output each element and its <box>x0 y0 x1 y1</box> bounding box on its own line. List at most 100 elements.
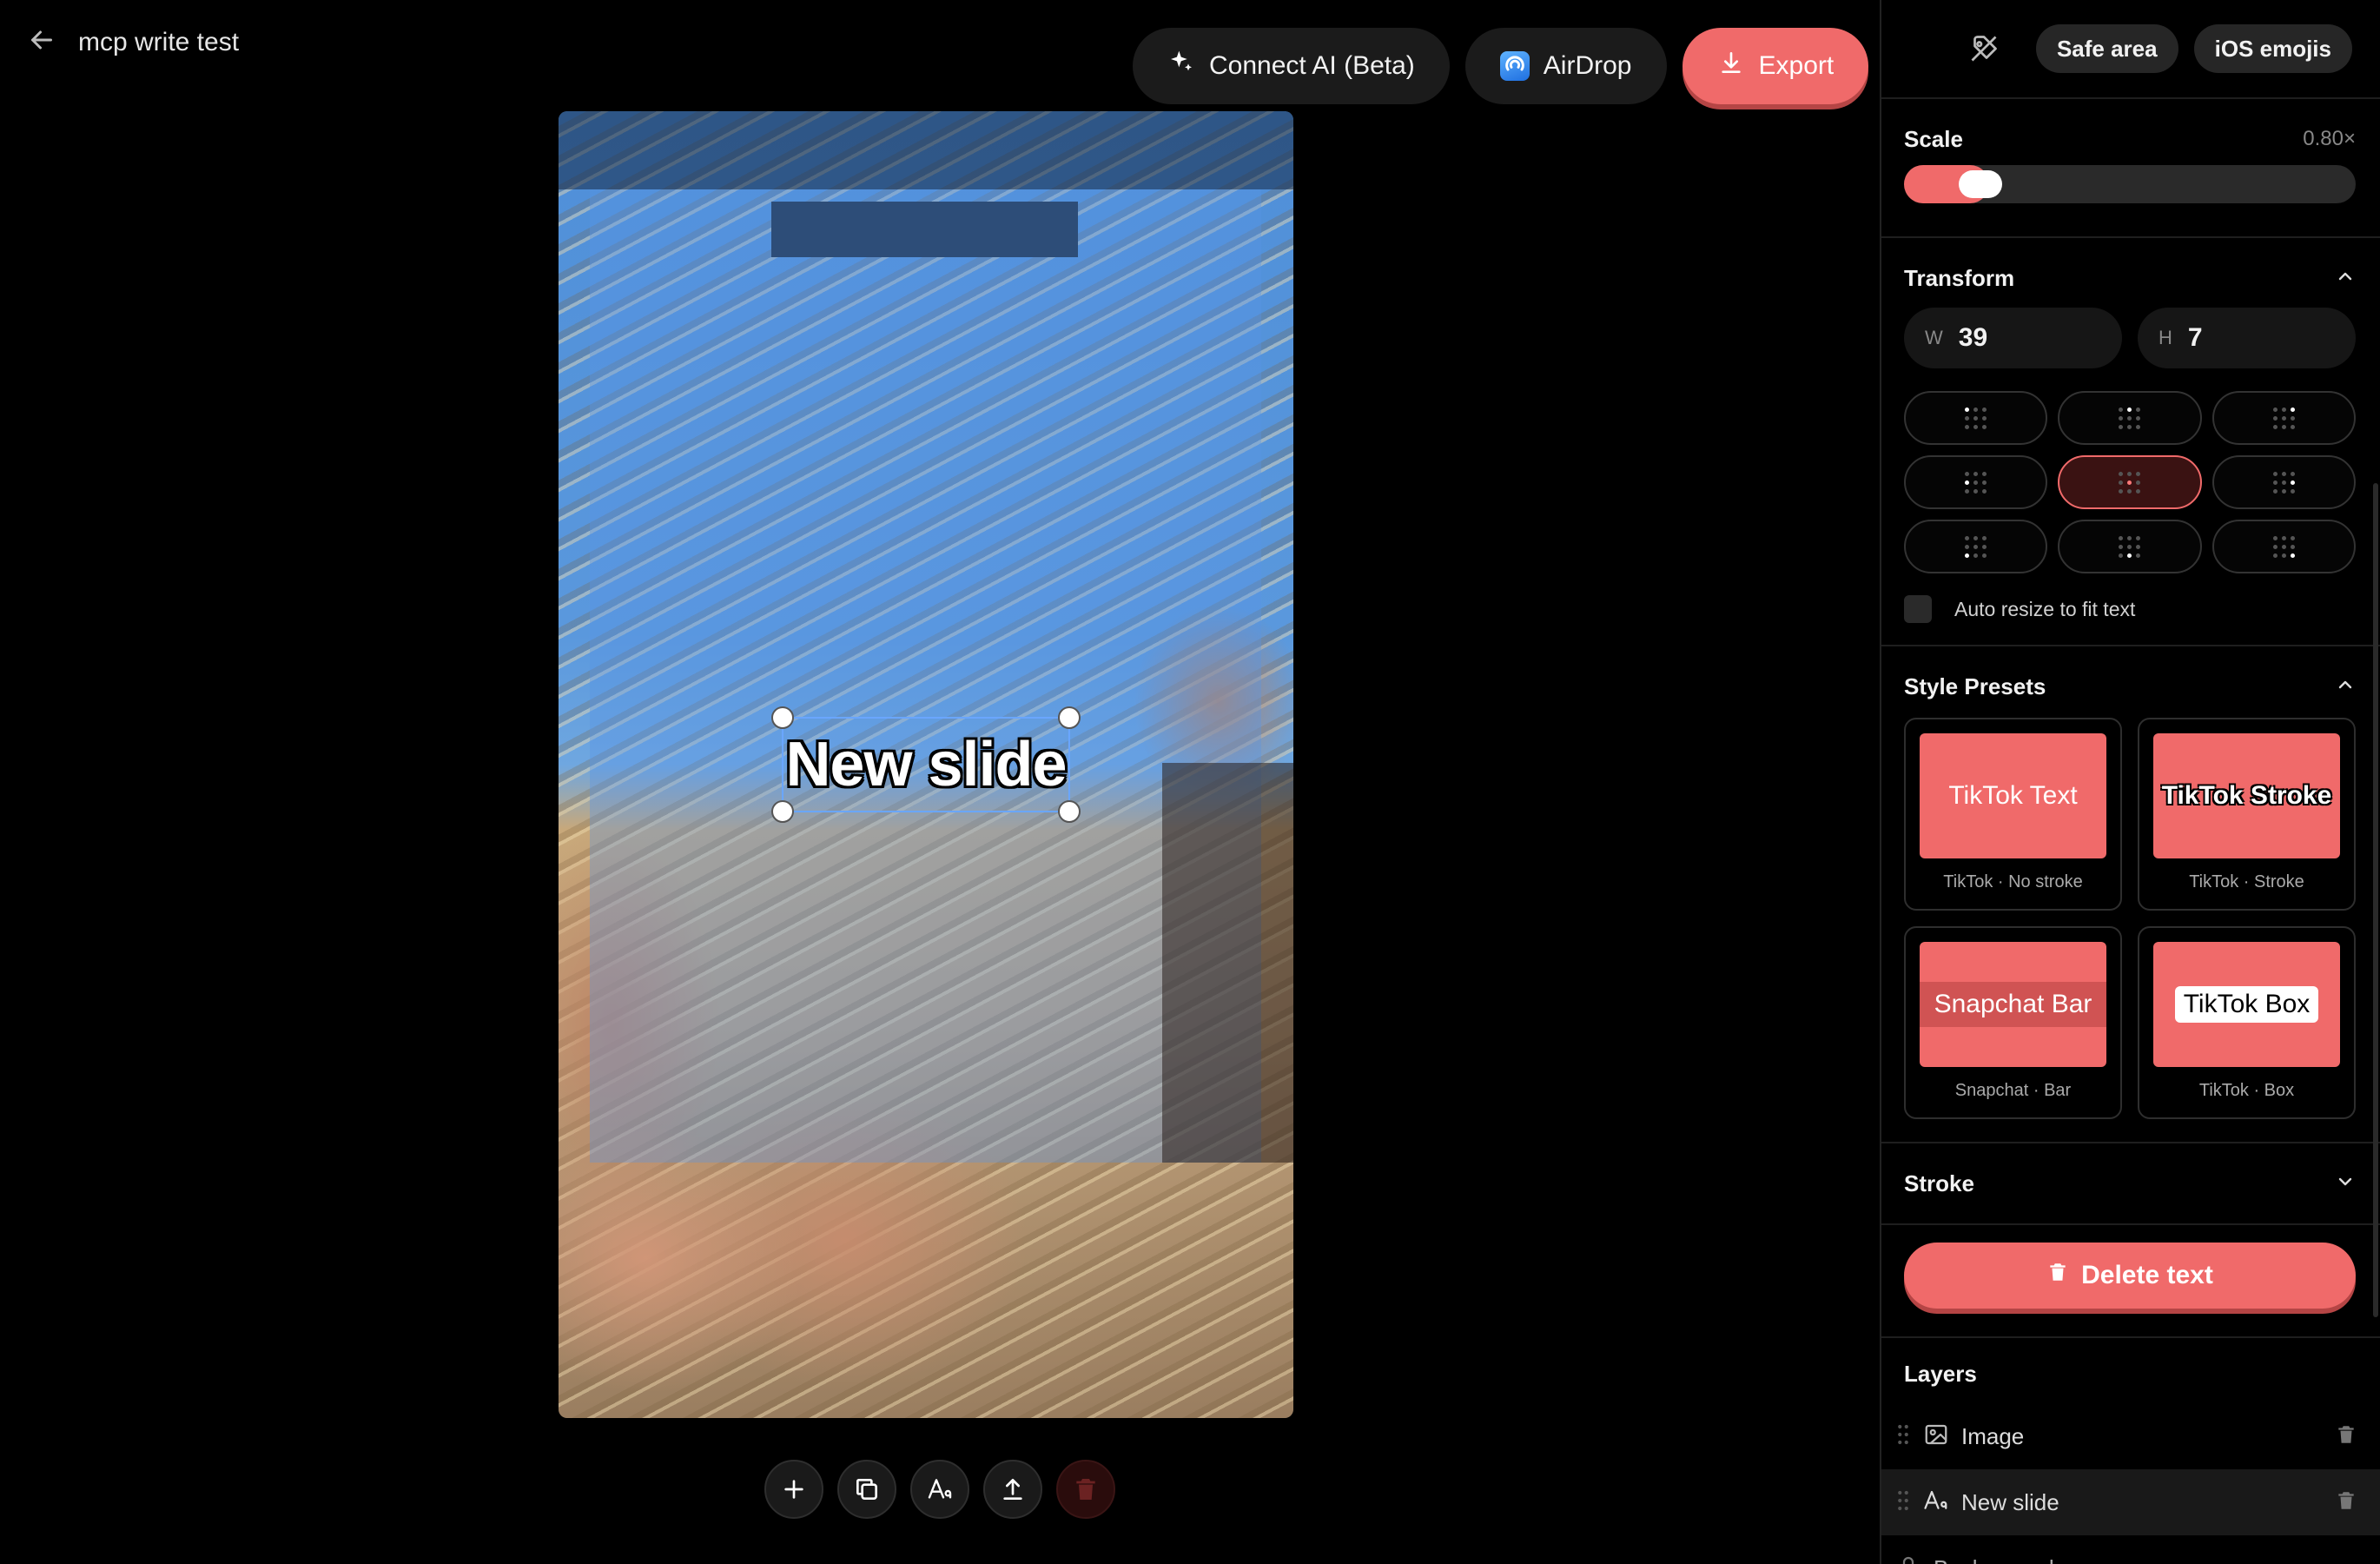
selected-text-layer[interactable]: New slide <box>771 706 1081 823</box>
add-text-button[interactable] <box>910 1460 969 1519</box>
preset-snapchat-bar[interactable]: Snapchat Bar Snapchat · Bar <box>1904 926 2122 1119</box>
preset-thumbnail: TikTok Box <box>2153 942 2340 1067</box>
safe-area-overlay-right <box>1162 763 1293 1163</box>
style-presets-header[interactable]: Style Presets <box>1904 646 2356 726</box>
resize-handle-top-left[interactable] <box>771 706 794 729</box>
layer-background[interactable]: Background <box>1881 1535 2380 1564</box>
preset-tiktok-stroke[interactable]: TikTok Stroke TikTok · Stroke <box>2138 718 2356 911</box>
height-field[interactable]: H 7 <box>2138 308 2356 368</box>
stroke-title: Stroke <box>1904 1170 1974 1196</box>
back-arrow-icon[interactable] <box>26 24 57 60</box>
resize-handle-bottom-left[interactable] <box>771 800 794 823</box>
download-icon <box>1717 49 1745 83</box>
upload-button[interactable] <box>983 1460 1042 1519</box>
preset-tiktok-box[interactable]: TikTok Box TikTok · Box <box>2138 926 2356 1119</box>
duplicate-button[interactable] <box>837 1460 896 1519</box>
add-slide-button[interactable] <box>764 1460 823 1519</box>
panel-top-bar: Safe area iOS emojis <box>1881 0 2380 99</box>
auto-resize-checkbox[interactable] <box>1904 595 1932 623</box>
resize-handle-bottom-right[interactable] <box>1058 800 1081 823</box>
preset-thumbnail-text: TikTok Box <box>2174 986 2319 1023</box>
width-field-label: W <box>1925 327 1943 348</box>
anchor-dots-icon <box>2272 535 2295 558</box>
preset-tiktok-text[interactable]: TikTok Text TikTok · No stroke <box>1904 718 2122 911</box>
anchor-top-center[interactable] <box>2058 391 2202 445</box>
auto-resize-label: Auto resize to fit text <box>1954 597 2136 620</box>
stroke-section: Stroke <box>1881 1143 2380 1225</box>
anchor-bottom-left[interactable] <box>1904 520 2048 573</box>
preset-thumbnail: TikTok Text <box>1920 733 2106 858</box>
anchor-middle-left[interactable] <box>1904 455 2048 509</box>
airdrop-button[interactable]: AirDrop <box>1464 28 1667 104</box>
style-presets-section: Style Presets TikTok Text TikTok · No st… <box>1881 646 2380 1143</box>
height-field-value: 7 <box>2187 323 2203 352</box>
scale-value: 0.80× <box>2303 127 2356 150</box>
resize-handle-top-right[interactable] <box>1058 706 1081 729</box>
width-field[interactable]: W 39 <box>1904 308 2122 368</box>
scale-slider[interactable] <box>1904 165 2356 203</box>
scale-slider-knob[interactable] <box>1959 170 2002 198</box>
safe-area-notch <box>771 202 1078 257</box>
preset-caption: TikTok · No stroke <box>1943 872 2083 891</box>
preset-grid: TikTok Text TikTok · No stroke TikTok St… <box>1904 718 2356 1142</box>
connect-ai-label: Connect AI (Beta) <box>1209 51 1415 80</box>
anchor-bottom-right[interactable] <box>2211 520 2356 573</box>
layers-title: Layers <box>1904 1361 1977 1387</box>
preset-thumbnail: TikTok Stroke <box>2153 733 2340 858</box>
airdrop-label: AirDrop <box>1543 51 1632 80</box>
export-button[interactable]: Export <box>1682 28 1869 104</box>
duplicate-icon <box>856 1479 877 1500</box>
drag-handle-icon[interactable] <box>1895 1490 1911 1515</box>
auto-resize-row: Auto resize to fit text <box>1904 573 2356 645</box>
size-fields: W 39 H 7 <box>1904 308 2356 368</box>
text-icon <box>1923 1488 1949 1518</box>
preset-thumbnail-text: TikTok Stroke <box>2161 781 2332 810</box>
layer-new-slide[interactable]: New slide <box>1881 1469 2380 1535</box>
ios-emojis-toggle[interactable]: iOS emojis <box>2193 24 2352 73</box>
lock-icon <box>1895 1554 1921 1564</box>
layer-name: Background <box>1934 1555 2357 1564</box>
layer-image[interactable]: Image <box>1881 1403 2380 1469</box>
trash-icon[interactable] <box>2335 1489 2357 1516</box>
preset-thumbnail: Snapchat Bar <box>1920 942 2106 1067</box>
drag-handle-icon[interactable] <box>1895 1424 1911 1449</box>
anchor-dots-icon <box>1965 407 1987 429</box>
text-icon <box>928 1479 952 1499</box>
safe-area-region <box>590 189 1261 1163</box>
style-presets-title: Style Presets <box>1904 673 2046 699</box>
trash-icon[interactable] <box>2335 1423 2357 1450</box>
export-label: Export <box>1758 51 1835 80</box>
anchor-top-left[interactable] <box>1904 391 2048 445</box>
stroke-header[interactable]: Stroke <box>1904 1143 2356 1223</box>
connect-ai-button[interactable]: Connect AI (Beta) <box>1133 28 1450 104</box>
trash-icon <box>2046 1261 2069 1290</box>
safe-area-overlay-top <box>559 111 1293 189</box>
delete-slide-button[interactable] <box>1056 1460 1115 1519</box>
panel-scrollbar[interactable] <box>2373 483 2378 1317</box>
anchor-dots-icon <box>2272 407 2295 429</box>
anchor-dots-icon <box>2119 471 2141 494</box>
layer-name: Image <box>1961 1422 2025 1449</box>
anchor-dots-icon <box>1965 535 1987 558</box>
plus-icon <box>784 1480 803 1499</box>
safe-area-toggle[interactable]: Safe area <box>2035 24 2178 73</box>
chevron-up-icon <box>2335 674 2356 699</box>
delete-text-button[interactable]: Delete text <box>1904 1243 2356 1309</box>
anchor-bottom-center[interactable] <box>2058 520 2202 573</box>
anchor-dots-icon <box>2119 535 2141 558</box>
anchor-grid <box>1904 391 2356 573</box>
image-icon <box>1923 1422 1949 1452</box>
slide-canvas[interactable]: New slide <box>559 111 1293 1418</box>
scale-section: Scale 0.80× <box>1881 99 2380 238</box>
anchor-middle-center[interactable] <box>2058 455 2202 509</box>
anchor-middle-right[interactable] <box>2211 455 2356 509</box>
anchor-dots-icon <box>2272 471 2295 494</box>
anchor-top-right[interactable] <box>2211 391 2356 445</box>
airdrop-icon <box>1499 51 1530 81</box>
transform-title: Transform <box>1904 264 2015 291</box>
text-layer-content: New slide <box>785 730 1067 799</box>
transform-section: Transform W 39 H 7 Auto resize to fit te… <box>1881 238 2380 646</box>
layers-section: Layers Image New slide <box>1881 1338 2380 1564</box>
transform-header[interactable]: Transform <box>1904 238 2356 318</box>
tag-icon[interactable] <box>1960 24 2008 73</box>
